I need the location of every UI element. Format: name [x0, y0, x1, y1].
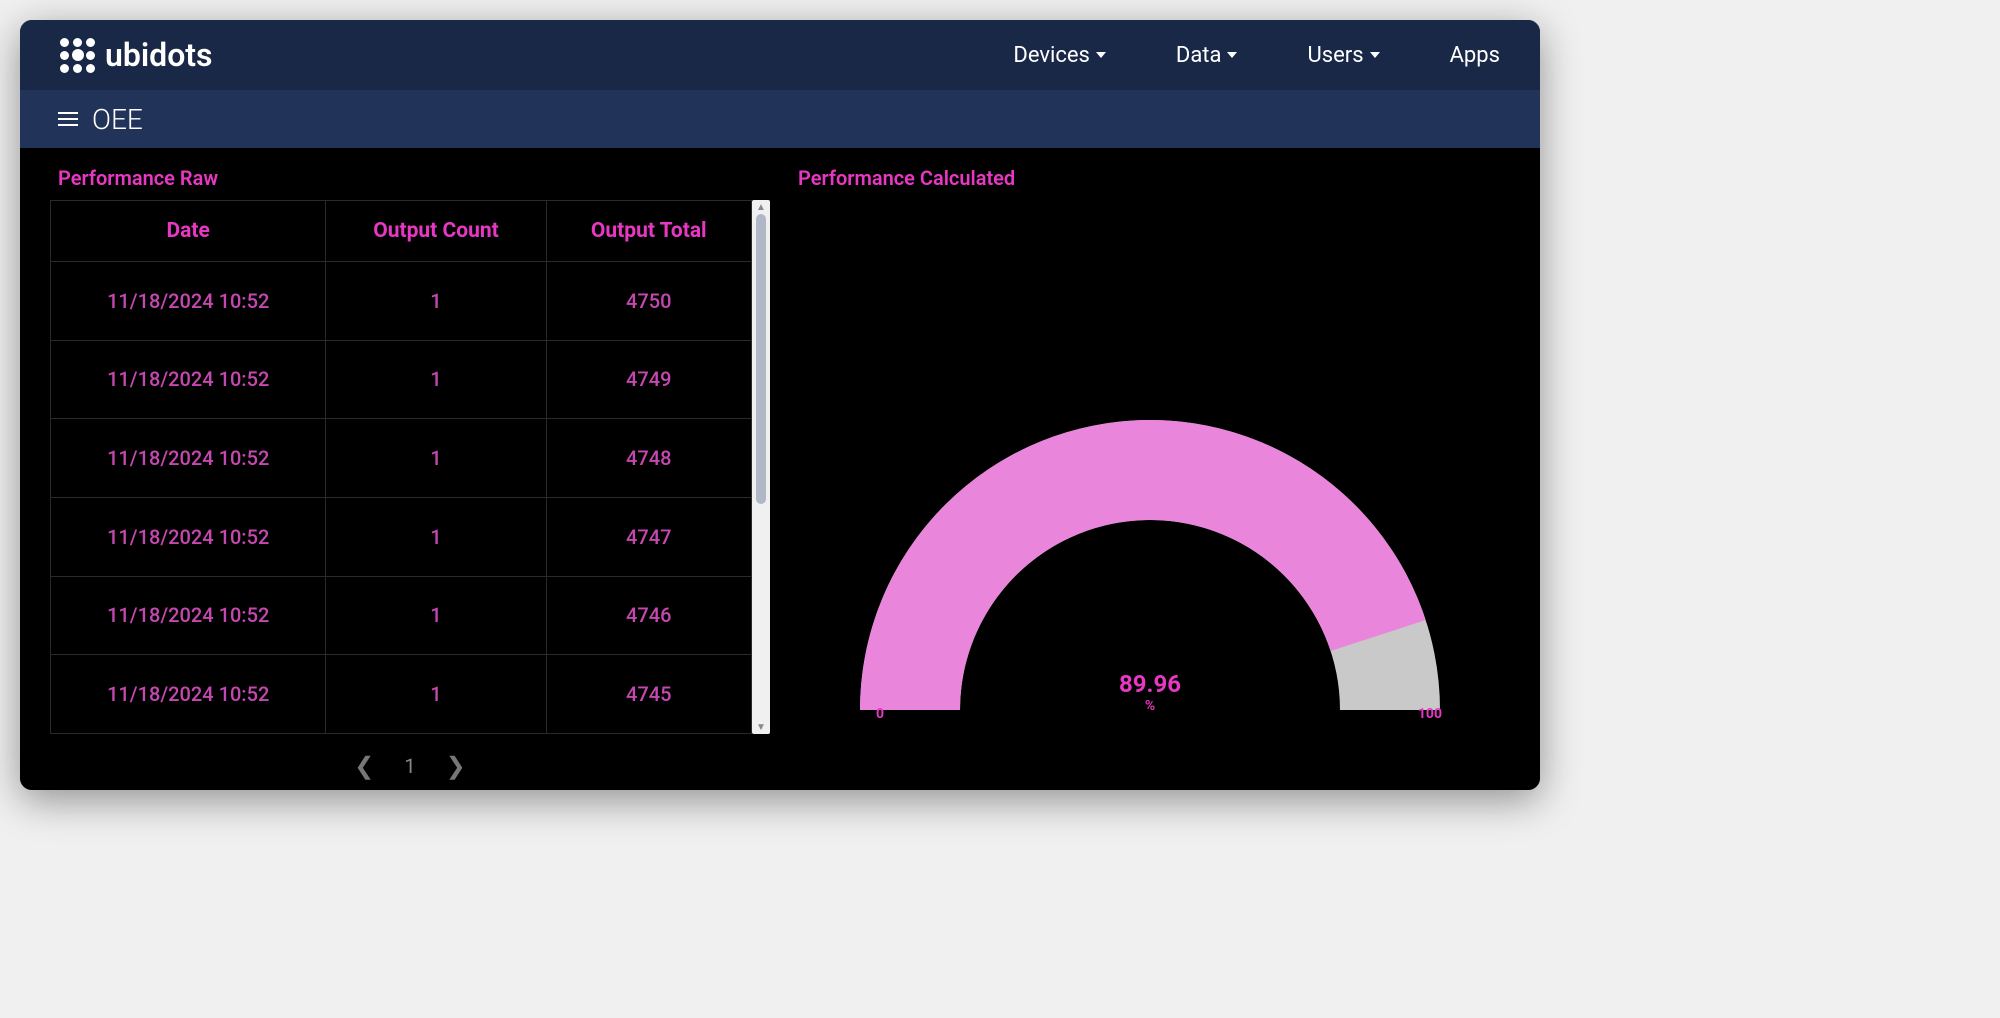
nav-users-label: Users — [1307, 43, 1363, 68]
table-row[interactable]: 11/18/2024 10:52 1 4747 — [51, 497, 752, 576]
scroll-down-icon[interactable]: ▼ — [752, 720, 770, 734]
table-row[interactable]: 11/18/2024 10:52 1 4750 — [51, 262, 752, 341]
cell-date: 11/18/2024 10:52 — [51, 340, 326, 419]
gauge-min-label: 0 — [876, 706, 884, 722]
nav-users[interactable]: Users — [1307, 43, 1379, 68]
gauge-value: 89.96 % — [1119, 670, 1181, 714]
cell-count: 1 — [326, 262, 546, 341]
panel-title-raw: Performance Raw — [50, 166, 770, 190]
cell-date: 11/18/2024 10:52 — [51, 419, 326, 498]
cell-count: 1 — [326, 340, 546, 419]
performance-raw-table: Date Output Count Output Total 11/18/202… — [50, 200, 752, 734]
main-nav: Devices Data Users Apps — [1013, 43, 1500, 68]
cell-count: 1 — [326, 419, 546, 498]
gauge-area: 0 100 89.96 % — [790, 200, 1510, 790]
col-output-total: Output Total — [546, 201, 751, 262]
page-title: OEE — [92, 103, 143, 136]
cell-count: 1 — [326, 576, 546, 655]
nav-apps-label: Apps — [1450, 43, 1500, 68]
scroll-up-icon[interactable]: ▲ — [752, 200, 770, 214]
cell-total: 4749 — [546, 340, 751, 419]
cell-total: 4747 — [546, 497, 751, 576]
nav-apps[interactable]: Apps — [1450, 43, 1500, 68]
chevron-down-icon — [1227, 52, 1237, 58]
performance-raw-panel: Performance Raw Date Output Count Output… — [50, 166, 770, 790]
scrollbar-thumb[interactable] — [756, 214, 766, 504]
nav-data[interactable]: Data — [1176, 43, 1238, 68]
table-row[interactable]: 11/18/2024 10:52 1 4748 — [51, 419, 752, 498]
logo-icon — [60, 38, 95, 73]
current-page: 1 — [404, 754, 415, 778]
gauge-unit: % — [1119, 698, 1181, 714]
prev-page-button[interactable]: ❮ — [354, 752, 374, 780]
next-page-button[interactable]: ❯ — [446, 752, 466, 780]
chevron-down-icon — [1370, 52, 1380, 58]
page-header: OEE — [20, 90, 1540, 148]
table-row[interactable]: 11/18/2024 10:52 1 4749 — [51, 340, 752, 419]
cell-date: 11/18/2024 10:52 — [51, 262, 326, 341]
brand-logo[interactable]: ubidots — [60, 36, 213, 74]
cell-total: 4746 — [546, 576, 751, 655]
performance-calculated-panel: Performance Calculated 0 100 89.96 % — [790, 166, 1510, 790]
table-wrapper: Date Output Count Output Total 11/18/202… — [50, 200, 770, 734]
col-output-count: Output Count — [326, 201, 546, 262]
menu-icon[interactable] — [58, 112, 78, 126]
table-scrollbar[interactable]: ▲ ▼ — [752, 200, 770, 734]
gauge-value-number: 89.96 — [1119, 670, 1181, 698]
cell-count: 1 — [326, 655, 546, 734]
gauge-max-label: 100 — [1418, 706, 1442, 722]
table-row[interactable]: 11/18/2024 10:52 1 4746 — [51, 576, 752, 655]
nav-data-label: Data — [1176, 43, 1222, 68]
table-header-row: Date Output Count Output Total — [51, 201, 752, 262]
col-date: Date — [51, 201, 326, 262]
cell-date: 11/18/2024 10:52 — [51, 576, 326, 655]
dashboard-content: Performance Raw Date Output Count Output… — [20, 148, 1540, 790]
brand-name: ubidots — [105, 36, 213, 74]
cell-total: 4745 — [546, 655, 751, 734]
cell-count: 1 — [326, 497, 546, 576]
nav-devices-label: Devices — [1013, 43, 1090, 68]
top-nav-bar: ubidots Devices Data Users Apps — [20, 20, 1540, 90]
performance-gauge: 0 100 89.96 % — [850, 390, 1450, 730]
table-paginator: ❮ 1 ❯ — [50, 734, 770, 790]
cell-date: 11/18/2024 10:52 — [51, 655, 326, 734]
cell-total: 4750 — [546, 262, 751, 341]
app-window: ubidots Devices Data Users Apps OEE — [20, 20, 1540, 790]
panel-title-calculated: Performance Calculated — [790, 166, 1510, 190]
cell-date: 11/18/2024 10:52 — [51, 497, 326, 576]
cell-total: 4748 — [546, 419, 751, 498]
table-row[interactable]: 11/18/2024 10:52 1 4745 — [51, 655, 752, 734]
chevron-down-icon — [1096, 52, 1106, 58]
nav-devices[interactable]: Devices — [1013, 43, 1106, 68]
